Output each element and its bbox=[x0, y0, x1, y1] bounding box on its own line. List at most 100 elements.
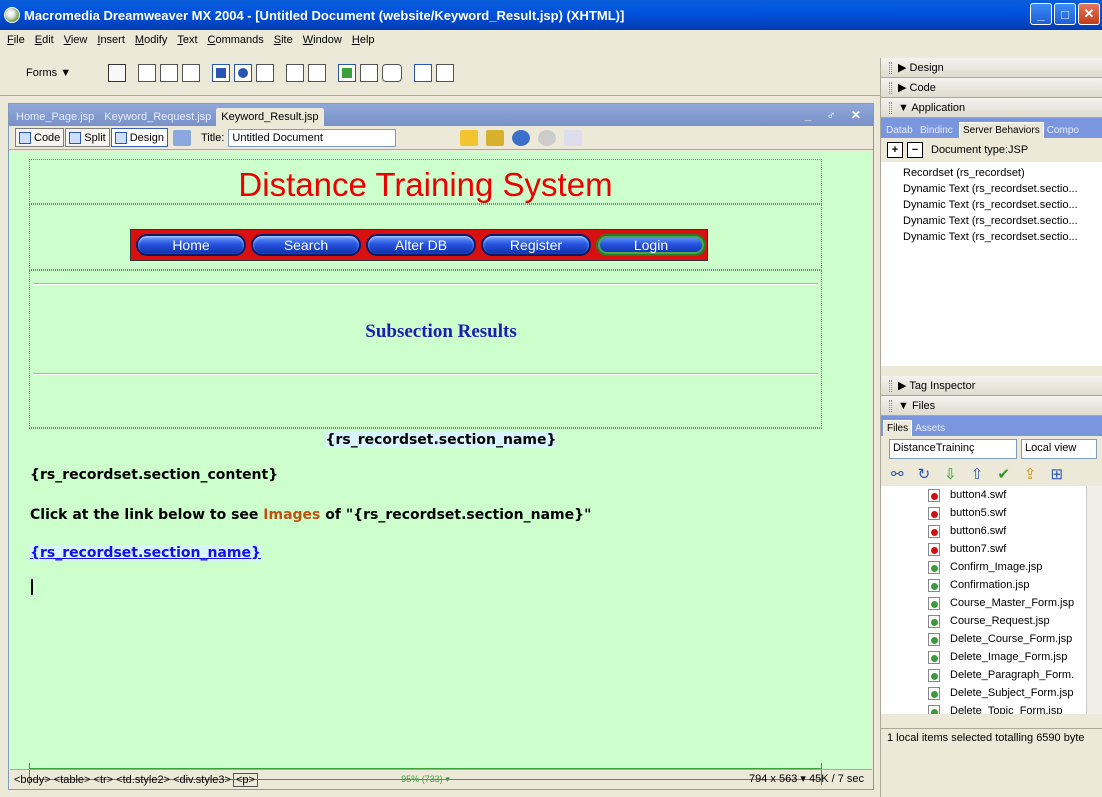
hidden-field-icon[interactable] bbox=[160, 63, 178, 82]
tab-databases[interactable]: Datab bbox=[883, 123, 917, 138]
list-item[interactable]: Delete_Image_Form.jsp bbox=[881, 648, 1102, 666]
list-item[interactable]: Dynamic Text (rs_recordset.sectio... bbox=[903, 213, 1080, 229]
view-select[interactable]: Local view bbox=[1021, 439, 1097, 459]
check-out-icon[interactable]: ✔ bbox=[997, 465, 1010, 483]
nav-login-button[interactable]: Login bbox=[596, 234, 706, 256]
tab-keyword-result[interactable]: Keyword_Result.jsp bbox=[216, 108, 324, 126]
radio-group-icon[interactable] bbox=[256, 63, 274, 82]
tab-home-page[interactable]: Home_Page.jsp bbox=[11, 108, 99, 126]
menu-commands[interactable]: Commands bbox=[203, 34, 269, 46]
tag-td[interactable]: <td.style2> bbox=[116, 774, 170, 786]
nav-home-button[interactable]: Home bbox=[136, 234, 246, 256]
list-item[interactable]: Confirmation.jsp bbox=[881, 576, 1102, 594]
menu-file[interactable]: File bbox=[2, 34, 30, 46]
menu-help[interactable]: Help bbox=[347, 34, 380, 46]
insert-category-dropdown[interactable]: Forms ▼ bbox=[26, 67, 106, 79]
list-item[interactable]: Delete_Subject_Form.jsp bbox=[881, 684, 1102, 702]
section-content-dynamic[interactable]: {rs_recordset.section_content} bbox=[30, 467, 278, 483]
get-files-icon[interactable]: ⇩ bbox=[944, 465, 957, 483]
tab-files[interactable]: Files bbox=[883, 420, 913, 436]
list-item[interactable]: Delete_Course_Form.jsp bbox=[881, 630, 1102, 648]
nav-alter-db-button[interactable]: Alter DB bbox=[366, 234, 476, 256]
files-panel-header[interactable]: ▼ Files bbox=[881, 396, 1102, 416]
connect-icon[interactable]: ⚯ bbox=[891, 465, 904, 483]
list-item[interactable]: Dynamic Text (rs_recordset.sectio... bbox=[903, 197, 1080, 213]
menu-window[interactable]: Window bbox=[298, 34, 347, 46]
list-item[interactable]: Dynamic Text (rs_recordset.sectio... bbox=[903, 229, 1080, 245]
list-menu-icon[interactable] bbox=[286, 63, 304, 82]
list-item[interactable]: button7.swf bbox=[881, 540, 1102, 558]
list-item[interactable]: Recordset (rs_recordset) bbox=[903, 165, 1080, 181]
file-field-icon[interactable] bbox=[360, 63, 378, 82]
refresh-icon[interactable] bbox=[538, 129, 557, 146]
preview-browser-icon[interactable] bbox=[512, 129, 531, 146]
code-panel-header[interactable]: ▶ Code bbox=[881, 78, 1102, 98]
tab-components[interactable]: Compo bbox=[1044, 123, 1084, 138]
minimize-button[interactable]: _ bbox=[1030, 3, 1052, 25]
list-item[interactable]: Confirm_Image.jsp bbox=[881, 558, 1102, 576]
menu-edit[interactable]: Edit bbox=[30, 34, 59, 46]
menu-view[interactable]: View bbox=[59, 34, 93, 46]
design-panel-header[interactable]: ▶ Design bbox=[881, 58, 1102, 78]
menu-insert[interactable]: Insert bbox=[92, 34, 130, 46]
list-item[interactable]: Delete_Topic_Form.jsp bbox=[881, 702, 1102, 714]
application-panel-header[interactable]: ▼ Application bbox=[881, 98, 1102, 118]
live-data-icon[interactable] bbox=[172, 129, 191, 146]
browser-check-icon[interactable] bbox=[460, 129, 479, 146]
site-select[interactable]: DistanceTraininç bbox=[889, 439, 1017, 459]
remove-behavior-icon[interactable]: − bbox=[907, 142, 923, 158]
button-icon[interactable] bbox=[382, 63, 402, 82]
file-list-scrollbar[interactable] bbox=[1086, 486, 1102, 714]
maximize-button[interactable]: □ bbox=[1054, 3, 1076, 25]
list-item[interactable]: button4.swf bbox=[881, 486, 1102, 504]
list-item[interactable]: button6.swf bbox=[881, 522, 1102, 540]
list-item[interactable]: Delete_Paragraph_Form. bbox=[881, 666, 1102, 684]
refresh-icon[interactable]: ↻ bbox=[918, 465, 931, 483]
tab-bindings[interactable]: Bindinc bbox=[917, 123, 959, 138]
jump-menu-icon[interactable] bbox=[308, 63, 326, 82]
textarea-icon[interactable] bbox=[182, 63, 200, 82]
check-in-icon[interactable]: ⇪ bbox=[1024, 465, 1037, 483]
label-icon[interactable] bbox=[414, 63, 432, 82]
document-title-input[interactable] bbox=[228, 128, 397, 147]
section-name-link[interactable]: {rs_recordset.section_name} bbox=[30, 545, 261, 561]
tag-table[interactable]: <table> bbox=[54, 774, 91, 786]
tab-server-behaviors[interactable]: Server Behaviors bbox=[959, 122, 1044, 138]
nav-register-button[interactable]: Register bbox=[481, 234, 591, 256]
radio-button-icon[interactable] bbox=[234, 63, 252, 82]
split-view-button[interactable]: Split bbox=[65, 128, 110, 147]
view-options-icon[interactable] bbox=[564, 129, 583, 146]
section-name-dynamic[interactable]: {rs_recordset.section_name} bbox=[325, 432, 557, 448]
tag-div[interactable]: <div.style3> bbox=[173, 774, 231, 786]
form-icon[interactable] bbox=[108, 63, 126, 82]
tab-assets[interactable]: Assets bbox=[912, 421, 948, 436]
tag-body[interactable]: <body> bbox=[14, 774, 51, 786]
nav-search-button[interactable]: Search bbox=[251, 234, 361, 256]
add-behavior-icon[interactable]: + bbox=[887, 142, 903, 158]
list-item[interactable]: Dynamic Text (rs_recordset.sectio... bbox=[903, 181, 1080, 197]
code-view-button[interactable]: Code bbox=[15, 128, 65, 147]
image-field-icon[interactable] bbox=[338, 63, 356, 82]
tag-inspector-header[interactable]: ▶ Tag Inspector bbox=[881, 376, 1102, 396]
fieldset-icon[interactable] bbox=[436, 63, 454, 82]
expand-icon[interactable]: ⊞ bbox=[1050, 465, 1063, 483]
close-button[interactable]: ✕ bbox=[1078, 3, 1100, 25]
tab-keyword-request[interactable]: Keyword_Request.jsp bbox=[99, 108, 216, 126]
put-files-icon[interactable]: ⇧ bbox=[971, 465, 984, 483]
menu-modify[interactable]: Modify bbox=[130, 34, 172, 46]
file-management-icon[interactable] bbox=[486, 129, 505, 146]
menu-site[interactable]: Site bbox=[269, 34, 298, 46]
list-item[interactable]: Course_Master_Form.jsp bbox=[881, 594, 1102, 612]
list-item[interactable]: button5.swf bbox=[881, 504, 1102, 522]
menu-text[interactable]: Text bbox=[172, 34, 202, 46]
tag-p-selected[interactable]: <p> bbox=[232, 772, 258, 787]
text-field-icon[interactable] bbox=[138, 63, 156, 82]
checkbox-icon[interactable] bbox=[212, 63, 230, 82]
list-item[interactable]: Course_Request.jsp bbox=[881, 612, 1102, 630]
tag-tr[interactable]: <tr> bbox=[94, 774, 114, 786]
window-size-readout[interactable]: 794 x 563 ▾ 45K / 7 sec bbox=[749, 772, 864, 785]
application-panel-title: ▼ Application bbox=[898, 101, 966, 114]
design-view-canvas[interactable]: Distance Training System Home Search Alt… bbox=[10, 151, 872, 785]
design-view-button[interactable]: Design bbox=[110, 128, 168, 147]
document-window-controls[interactable]: _ ♂ ✕ bbox=[805, 108, 867, 122]
